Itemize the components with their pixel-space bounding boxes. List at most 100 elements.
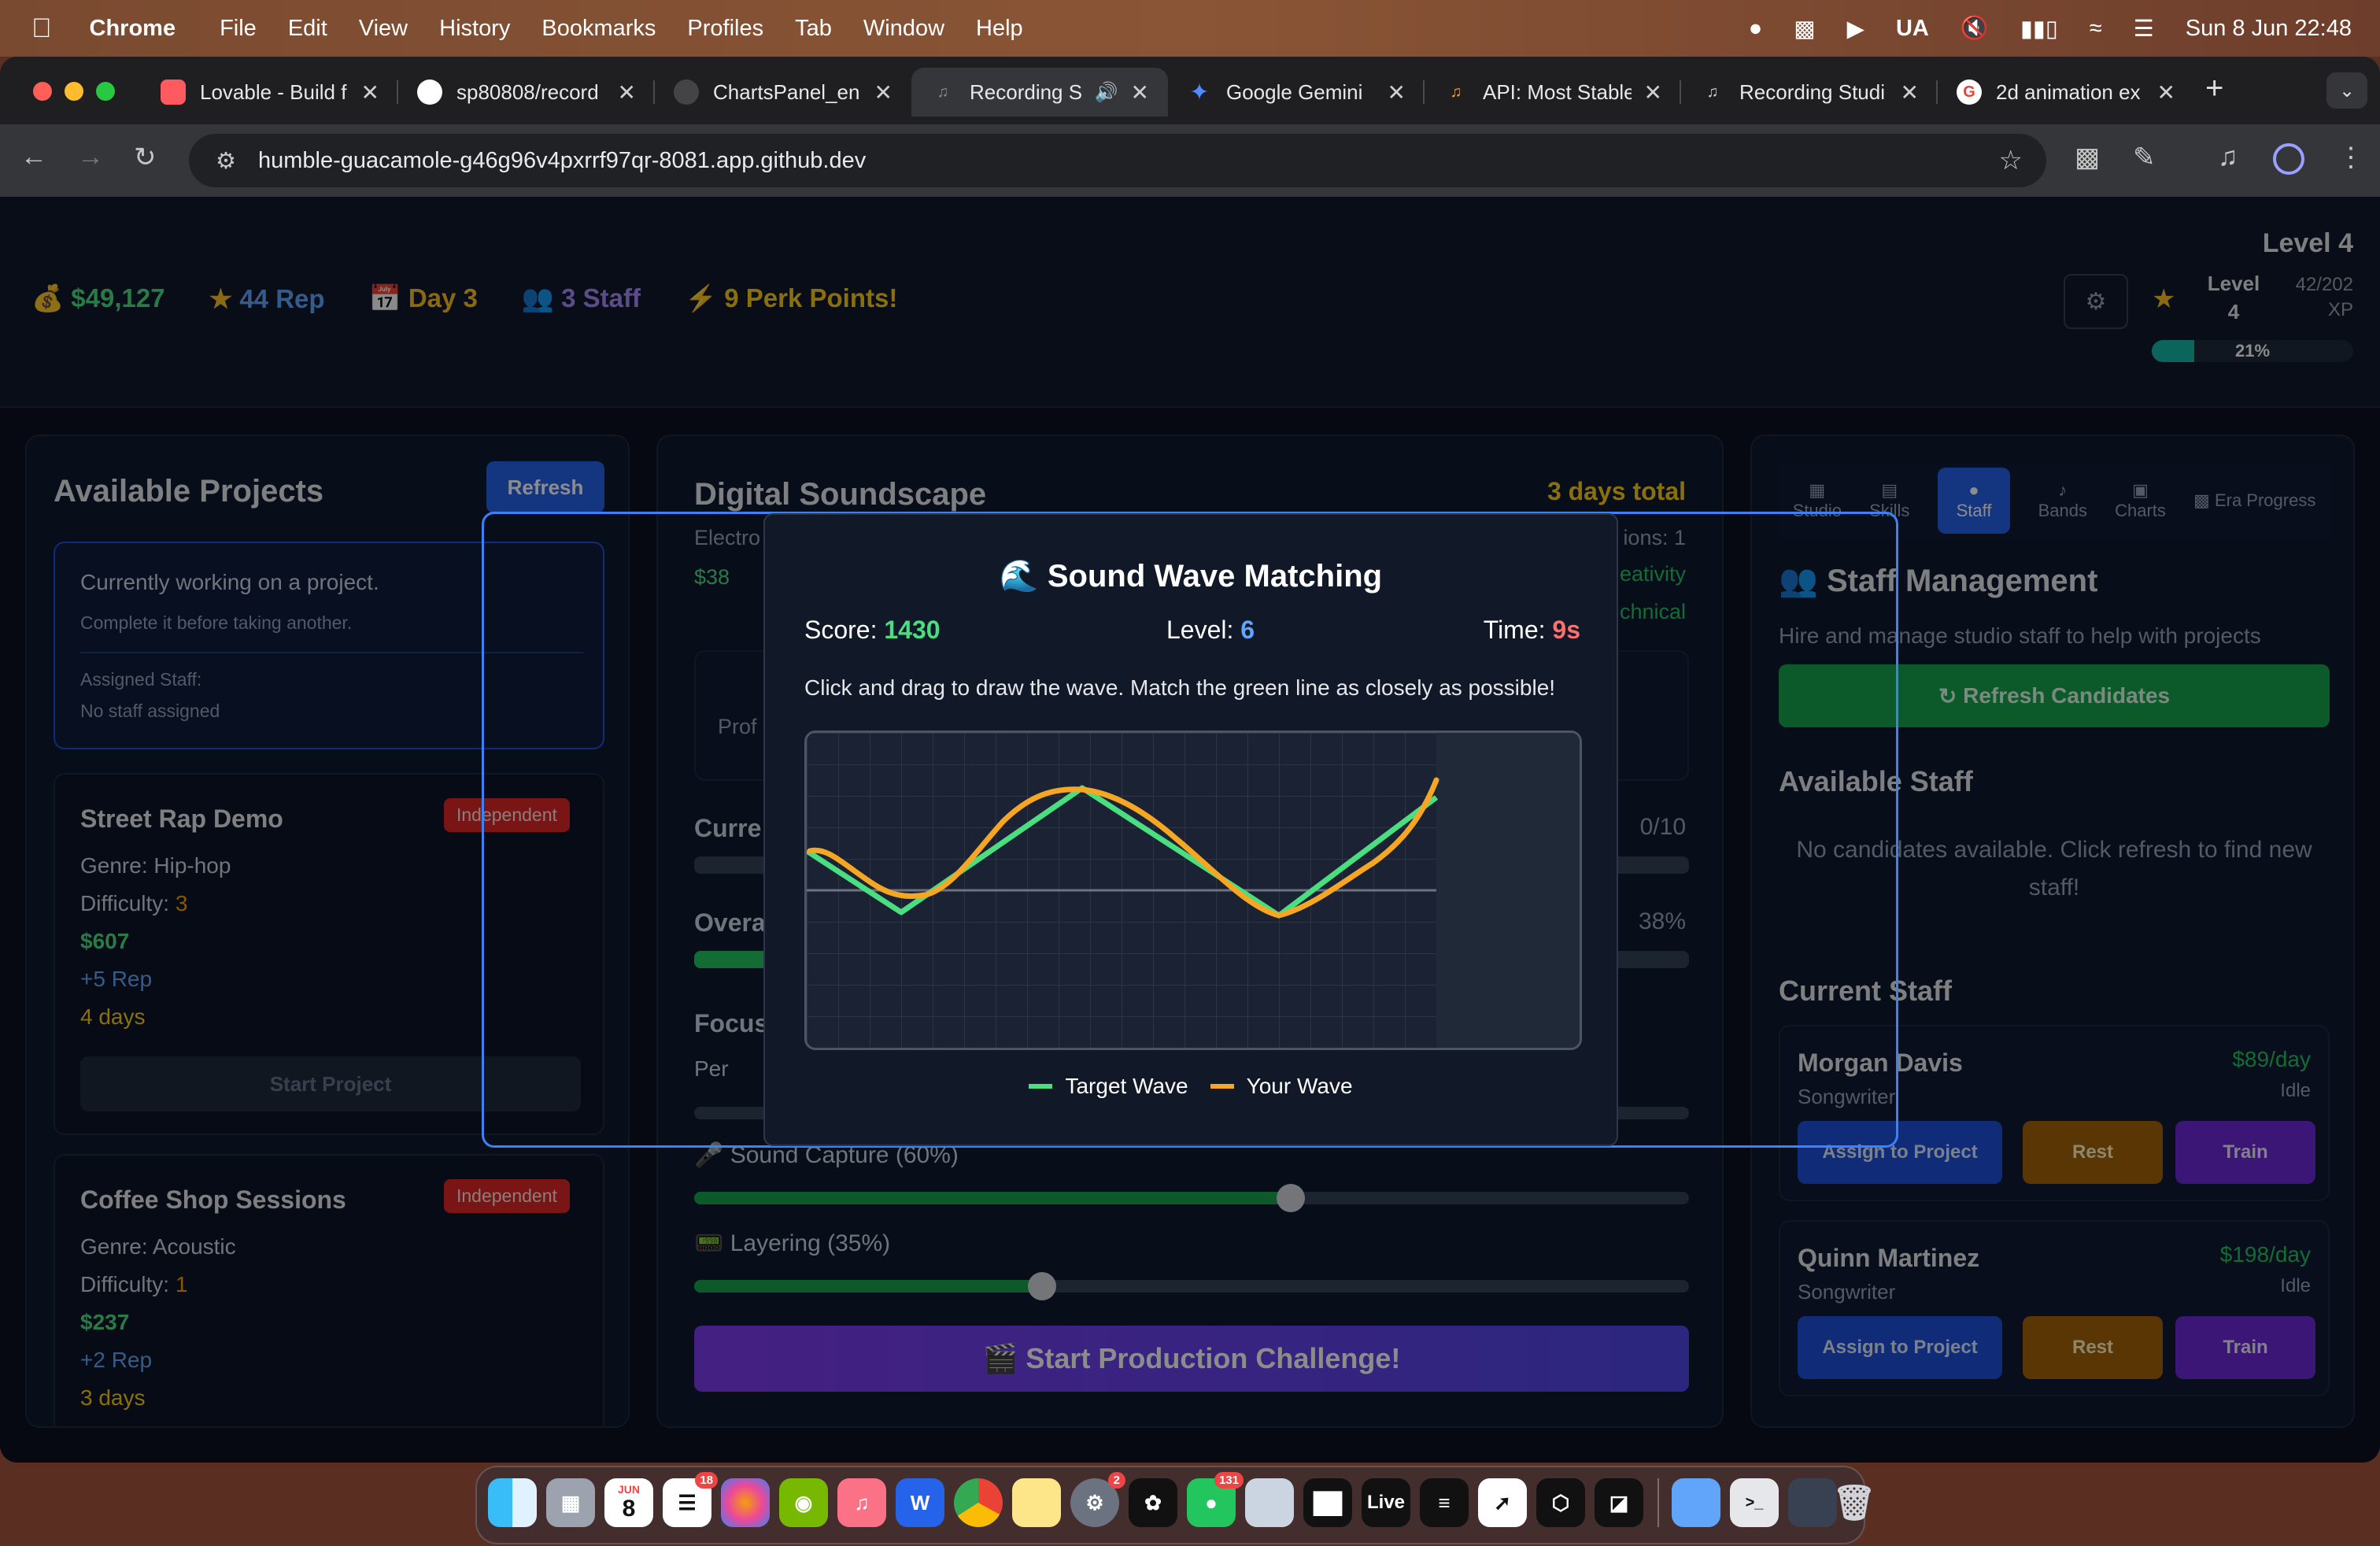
train-button[interactable]: Train xyxy=(2175,1121,2315,1184)
box-icon[interactable]: ◪ xyxy=(1595,1478,1643,1527)
forward-icon[interactable]: → xyxy=(77,142,104,172)
refresh-projects-button[interactable]: Refresh xyxy=(486,461,604,513)
tab-charts-panel[interactable]: ChartsPanel_en ✕ xyxy=(655,68,911,117)
control-center-icon[interactable]: ☰ xyxy=(2134,15,2154,43)
input-source[interactable]: UA xyxy=(1896,16,1929,42)
bookmark-star-icon[interactable]: ☆ xyxy=(1999,145,2023,176)
piano-icon[interactable]: ██ xyxy=(1303,1478,1352,1527)
wave-drawing-canvas[interactable] xyxy=(804,730,1582,1050)
apple-menu-icon[interactable]:  xyxy=(31,13,52,44)
menu-app-name[interactable]: Chrome xyxy=(90,16,176,42)
menu-profiles[interactable]: Profiles xyxy=(687,16,763,42)
finder-icon[interactable] xyxy=(488,1478,537,1527)
trash-icon[interactable]: 🗑 xyxy=(1832,1478,1876,1527)
terminal-icon[interactable]: >_ xyxy=(1730,1478,1779,1527)
preview-icon[interactable] xyxy=(1245,1478,1294,1527)
reload-icon[interactable]: ↻ xyxy=(134,142,157,173)
menu-file[interactable]: File xyxy=(220,16,257,42)
close-tab-icon[interactable]: ✕ xyxy=(361,80,379,105)
menu-edit[interactable]: Edit xyxy=(288,16,327,42)
rest-button[interactable]: Rest xyxy=(2023,1316,2163,1379)
url-text[interactable]: humble-guacamole-g46g96v4pxrrf97qr-8081.… xyxy=(258,148,866,174)
audio-playing-icon[interactable]: 🔊 xyxy=(1095,81,1118,104)
chatgpt-icon[interactable]: ✿ xyxy=(1129,1478,1177,1527)
tab-recording-studio-active[interactable]: ♫ Recording St 🔊 ✕ xyxy=(911,68,1168,117)
extensions-puzzle-icon[interactable]: ✎ xyxy=(2133,142,2156,173)
close-tab-icon[interactable]: ✕ xyxy=(1644,80,1662,105)
address-bar[interactable]: ⚙ humble-guacamole-g46g96v4pxrrf97qr-808… xyxy=(189,134,2046,187)
sound-capture-knob[interactable] xyxy=(1277,1184,1306,1212)
staff-role: Songwriter xyxy=(1798,1280,1896,1304)
menu-view[interactable]: View xyxy=(359,16,408,42)
tab-bands[interactable]: ♪ Bands xyxy=(2038,480,2087,521)
nvidia-icon[interactable]: ◉ xyxy=(779,1478,828,1527)
unity-icon[interactable]: ⬡ xyxy=(1536,1478,1585,1527)
menu-help[interactable]: Help xyxy=(976,16,1023,42)
chrome-icon[interactable] xyxy=(954,1478,1003,1527)
tab-era-progress[interactable]: ▩ Era Progress xyxy=(2193,490,2315,511)
new-tab-icon[interactable]: + xyxy=(2205,71,2223,106)
close-tab-icon[interactable]: ✕ xyxy=(618,80,636,105)
settings-icon[interactable]: ⚙ 2 xyxy=(1070,1472,1125,1527)
grammarly-icon[interactable]: ● xyxy=(1749,16,1763,42)
launchpad-icon[interactable]: ▦ xyxy=(546,1478,595,1527)
word-icon[interactable]: W xyxy=(896,1478,944,1527)
menu-history[interactable]: History xyxy=(439,16,510,42)
assign-to-project-button[interactable]: Assign to Project xyxy=(1798,1316,2002,1379)
notes-icon[interactable] xyxy=(1012,1478,1061,1527)
close-tab-icon[interactable]: ✕ xyxy=(1388,80,1406,105)
messages-icon[interactable]: ● 131 xyxy=(1187,1472,1244,1527)
menu-bookmarks[interactable]: Bookmarks xyxy=(541,16,656,42)
tab-lovable[interactable]: Lovable - Build f ✕ xyxy=(142,68,398,117)
clock[interactable]: Sun 8 Jun 22:48 xyxy=(2186,16,2352,42)
train-button[interactable]: Train xyxy=(2175,1316,2315,1379)
settings-gear-icon[interactable]: ⚙ xyxy=(2064,274,2128,329)
calendar-icon[interactable]: JUN 8 xyxy=(604,1478,653,1527)
tab-2d-animation[interactable]: G 2d animation ex ✕ xyxy=(1938,68,2194,117)
layering-knob[interactable] xyxy=(1028,1272,1057,1300)
tab-recording-studio-2[interactable]: ♫ Recording Studi ✕ xyxy=(1681,68,1938,117)
display-icon[interactable]: ▩ xyxy=(1794,15,1815,43)
screen-icon[interactable] xyxy=(1788,1478,1837,1527)
tab-gemini[interactable]: ✦ Google Gemini ✕ xyxy=(1168,68,1425,117)
close-tab-icon[interactable]: ✕ xyxy=(874,80,893,105)
folder-icon[interactable] xyxy=(1672,1478,1720,1527)
menu-tab[interactable]: Tab xyxy=(795,16,832,42)
reminders-icon[interactable]: ☰ 18 xyxy=(663,1472,718,1527)
tab-github-record[interactable]: sp80808/record ✕ xyxy=(398,68,655,117)
site-settings-icon[interactable]: ⚙ xyxy=(216,147,236,175)
minimize-window-icon[interactable] xyxy=(65,82,83,101)
photos-icon[interactable] xyxy=(721,1478,770,1527)
level-label: Level xyxy=(2207,272,2260,295)
profile-avatar[interactable] xyxy=(2273,143,2304,175)
xp-value: 42/202 xyxy=(2295,274,2353,295)
ableton-live-icon[interactable]: Live xyxy=(1362,1478,1410,1527)
sound-capture-slider[interactable] xyxy=(694,1184,1689,1212)
wave-svg[interactable] xyxy=(807,733,1580,1048)
media-control-icon[interactable]: ♫ xyxy=(2218,142,2238,172)
play-icon[interactable]: ▶ xyxy=(1847,15,1864,43)
start-challenge-button[interactable]: 🎬 Start Production Challenge! xyxy=(694,1326,1689,1392)
tab-charts[interactable]: ▣ Charts xyxy=(2115,480,2166,521)
zoom-window-icon[interactable] xyxy=(96,82,115,101)
tab-api-stable[interactable]: ♫ API: Most Stable ✕ xyxy=(1425,68,1681,117)
menu-kebab-icon[interactable]: ⋮ xyxy=(2338,142,2364,173)
wifi-icon[interactable]: ≈ xyxy=(2090,16,2102,42)
tab-search-icon[interactable]: ⌄ xyxy=(2326,72,2367,109)
close-tab-icon[interactable]: ✕ xyxy=(1131,80,1149,105)
menu-window[interactable]: Window xyxy=(863,16,944,42)
rest-button[interactable]: Rest xyxy=(2023,1121,2163,1184)
warp-icon[interactable]: ≡ xyxy=(1420,1478,1469,1527)
perks-stat[interactable]: ⚡ 9 Perk Points! xyxy=(685,283,897,314)
close-tab-icon[interactable]: ✕ xyxy=(1901,80,1919,105)
back-icon[interactable]: ← xyxy=(20,142,47,172)
battery-icon[interactable]: ▮▮▯ xyxy=(2020,15,2058,43)
mute-icon[interactable]: 🔇 xyxy=(1961,15,1989,42)
cursor-icon[interactable]: ➚ xyxy=(1478,1478,1527,1527)
tab-staff[interactable]: ● Staff xyxy=(1937,468,2011,534)
layering-slider[interactable] xyxy=(694,1272,1689,1300)
extension-icon[interactable]: ▩ xyxy=(2075,142,2100,173)
close-window-icon[interactable] xyxy=(33,82,52,101)
close-tab-icon[interactable]: ✕ xyxy=(2157,80,2175,105)
music-icon[interactable]: ♫ xyxy=(837,1478,886,1527)
